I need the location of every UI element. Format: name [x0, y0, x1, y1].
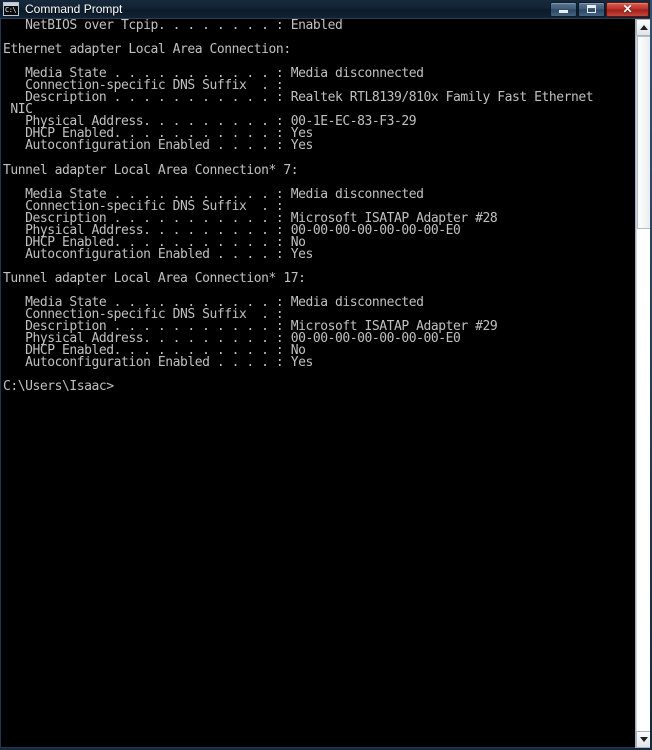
chevron-down-icon: [640, 737, 648, 742]
command-prompt-icon-label: C:\: [5, 6, 17, 14]
title-bar-left: C:\ Command Prompt: [0, 2, 549, 16]
window-title: Command Prompt: [25, 2, 123, 16]
window-controls: ✕: [549, 1, 652, 18]
minimize-icon: [559, 9, 568, 13]
restore-icon: [587, 5, 596, 13]
minimize-button[interactable]: [550, 1, 577, 17]
close-button[interactable]: ✕: [606, 1, 649, 17]
restore-button[interactable]: [578, 1, 605, 17]
console-output-area[interactable]: NetBIOS over Tcpip. . . . . . . . : Enab…: [0, 19, 652, 748]
close-icon: ✕: [622, 2, 633, 16]
command-prompt-window: C:\ Command Prompt ✕ NetBIOS over Tcpip.…: [0, 0, 652, 750]
command-prompt-icon[interactable]: C:\: [3, 2, 19, 16]
title-bar[interactable]: C:\ Command Prompt ✕: [0, 0, 652, 19]
console-text: NetBIOS over Tcpip. . . . . . . . : Enab…: [3, 19, 594, 395]
chevron-up-icon: [640, 25, 648, 30]
